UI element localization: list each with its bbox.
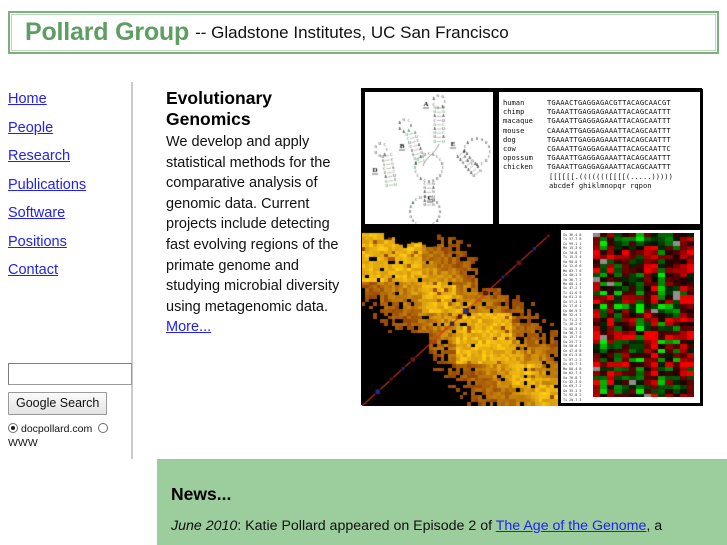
news-section: News... June 2010: Katie Pollard appeare…: [157, 459, 727, 545]
sidebar-nav: Home People Research Publications Softwa…: [0, 82, 129, 545]
alignment-sequence: CGAAATTGAGGAGAAATTACAGCAATTC: [547, 144, 671, 154]
alignment-row: chicken TGAAATTGAGGAGAAATTACAGCAATTT: [503, 162, 700, 171]
site-brand-title: Pollard Group: [25, 18, 190, 46]
alignment-row: chimp TGAAATTGAGGAGAAATTACAGCAATTT: [503, 107, 700, 116]
alignment-species-name: chimp: [503, 107, 525, 117]
alignment-species-name: human: [503, 98, 525, 107]
alignment-sequence: TGAAATTGAGGAGAAATTACAGCAATTT: [547, 162, 671, 172]
search-input[interactable]: [8, 363, 132, 385]
alignment-sequence: TGAAATTGAGGAGAAATTACAGCAATTT: [547, 134, 671, 144]
alignment-sequence: TGAAATTGAGGAGAAATTACAGCAATTT: [547, 153, 671, 163]
research-figure-composite: human TGAAACTGAGGAGACGTTACAGCAACGT chimp TG…: [361, 88, 703, 406]
ld-heatmap-canvas: [362, 227, 558, 406]
intro-body-text: We develop and apply statistical methods…: [166, 134, 340, 315]
sidebar-item-people[interactable]: People: [0, 120, 53, 137]
radio-scope-web[interactable]: [98, 423, 109, 433]
alignment-row: macaque TGAAATTGAGGAGAAATTACAGCAATTT: [503, 116, 700, 125]
ld-heatmap-panel: [362, 227, 558, 406]
figure-top-row: human TGAAACTGAGGAGACGTTACAGCAACGT chimp TG…: [362, 89, 703, 227]
figure-bottom-row: Gu 36.4 8 Ti 57.7 8 Cu 99.1 1 Mo 15.3 0 Cu 7…: [362, 227, 703, 406]
news-link-age-of-the-genome[interactable]: The Age of the Genome: [496, 518, 647, 534]
sequence-alignment-panel: human TGAAACTGAGGAGACGTTACAGCAACGT chimp TG…: [496, 89, 703, 227]
page-root: Pollard Group -- Gladstone Institutes, U…: [0, 0, 727, 545]
sidebar-item-home[interactable]: Home: [0, 91, 47, 108]
microarray-canvas: [593, 233, 694, 397]
alignment-row: dog TGAAATTGAGGAGAAATTACAGCAATTT: [503, 135, 700, 144]
site-brand-subtitle: -- Gladstone Institutes, UC San Francisc…: [195, 22, 509, 42]
alignment-structure-line: [[[[[[.((((((([[[[(.....))))): [549, 171, 673, 181]
site-header: Pollard Group -- Gladstone Institutes, U…: [8, 11, 719, 54]
intro-more-link[interactable]: More...: [166, 319, 211, 335]
sidebar-item-research[interactable]: Research: [0, 148, 70, 165]
alignment-species-name: macaque: [503, 116, 533, 126]
news-date: June 2010: [171, 518, 238, 534]
sidebar-item-publications[interactable]: Publications: [0, 177, 86, 194]
news-text-after: , a: [646, 518, 663, 534]
news-text-before: : Katie Pollard appeared on Episode 2 of: [237, 518, 496, 534]
intro-block: Evolutionary Genomics We develop and app…: [166, 88, 346, 338]
alignment-sequence: CAAAATTGAGGAGAAATTACAGCAATTT: [547, 125, 671, 135]
alignment-sequence: TGAAATTGAGGAGAAATTACAGCAATTT: [547, 116, 671, 126]
google-search-button[interactable]: Google Search: [8, 392, 108, 415]
alignment-rows: human TGAAACTGAGGAGACGTTACAGCAACGT chimp TG…: [503, 98, 700, 172]
alignment-row: mouse CAAAATTGAGGAGAAATTACAGCAATTT: [503, 126, 700, 135]
alignment-species-name: chicken: [503, 162, 533, 172]
news-heading: News...: [171, 484, 232, 504]
alignment-row: cow CGAAATTGAGGAGAAATTACAGCAATTC: [503, 144, 700, 153]
alignment-species-name: mouse: [503, 125, 525, 135]
microarray-row-labels: Gu 36.4 8 Ti 57.7 8 Cu 99.1 1 Mo 15.3 0 Cu 7…: [561, 230, 593, 403]
sidebar-item-software[interactable]: Software: [0, 205, 65, 222]
alignment-species-name: cow: [503, 144, 516, 154]
sidebar-item-contact[interactable]: Contact: [0, 262, 58, 279]
radio-scope-site[interactable]: [8, 423, 18, 433]
rna-structure-canvas: [365, 92, 493, 224]
microarray-panel: Gu 36.4 8 Ti 57.7 8 Cu 99.1 1 Mo 15.3 0 Cu 7…: [558, 227, 703, 406]
intro-heading: Evolutionary Genomics: [166, 88, 272, 129]
microarray-grid: [593, 233, 694, 397]
site-header-inner: Pollard Group -- Gladstone Institutes, U…: [11, 14, 716, 51]
rna-structure-panel: [362, 89, 496, 227]
sidebar-item-positions[interactable]: Positions: [0, 234, 67, 251]
search-scope-options: docpollard.com WWW: [8, 422, 133, 450]
intro-body: We develop and apply statistical methods…: [166, 132, 346, 338]
alignment-sequence: TGAAACTGAGGAGACGTTACAGCAACGT: [547, 98, 671, 107]
alignment-sequence: TGAAATTGAGGAGAAATTACAGCAATTT: [547, 107, 671, 117]
alignment-species-name: opossum: [503, 153, 533, 163]
news-item: June 2010: Katie Pollard appeared on Epi…: [171, 517, 709, 536]
alignment-row: human TGAAACTGAGGAGACGTTACAGCAACGT: [503, 98, 700, 107]
radio-scope-web-label: WWW: [8, 437, 38, 449]
radio-scope-site-label: docpollard.com: [21, 423, 93, 435]
microarray-row-label: Ti 20.7 3: [563, 397, 582, 402]
google-search-widget: Google Search docpollard.com WWW: [8, 363, 133, 450]
alignment-row: opossum TGAAATTGAGGAGAAATTACAGCAATTT: [503, 153, 700, 162]
alignment-key-line: abcdef ghiklmnopqr rqpon: [549, 181, 652, 191]
alignment-species-name: dog: [503, 134, 516, 144]
